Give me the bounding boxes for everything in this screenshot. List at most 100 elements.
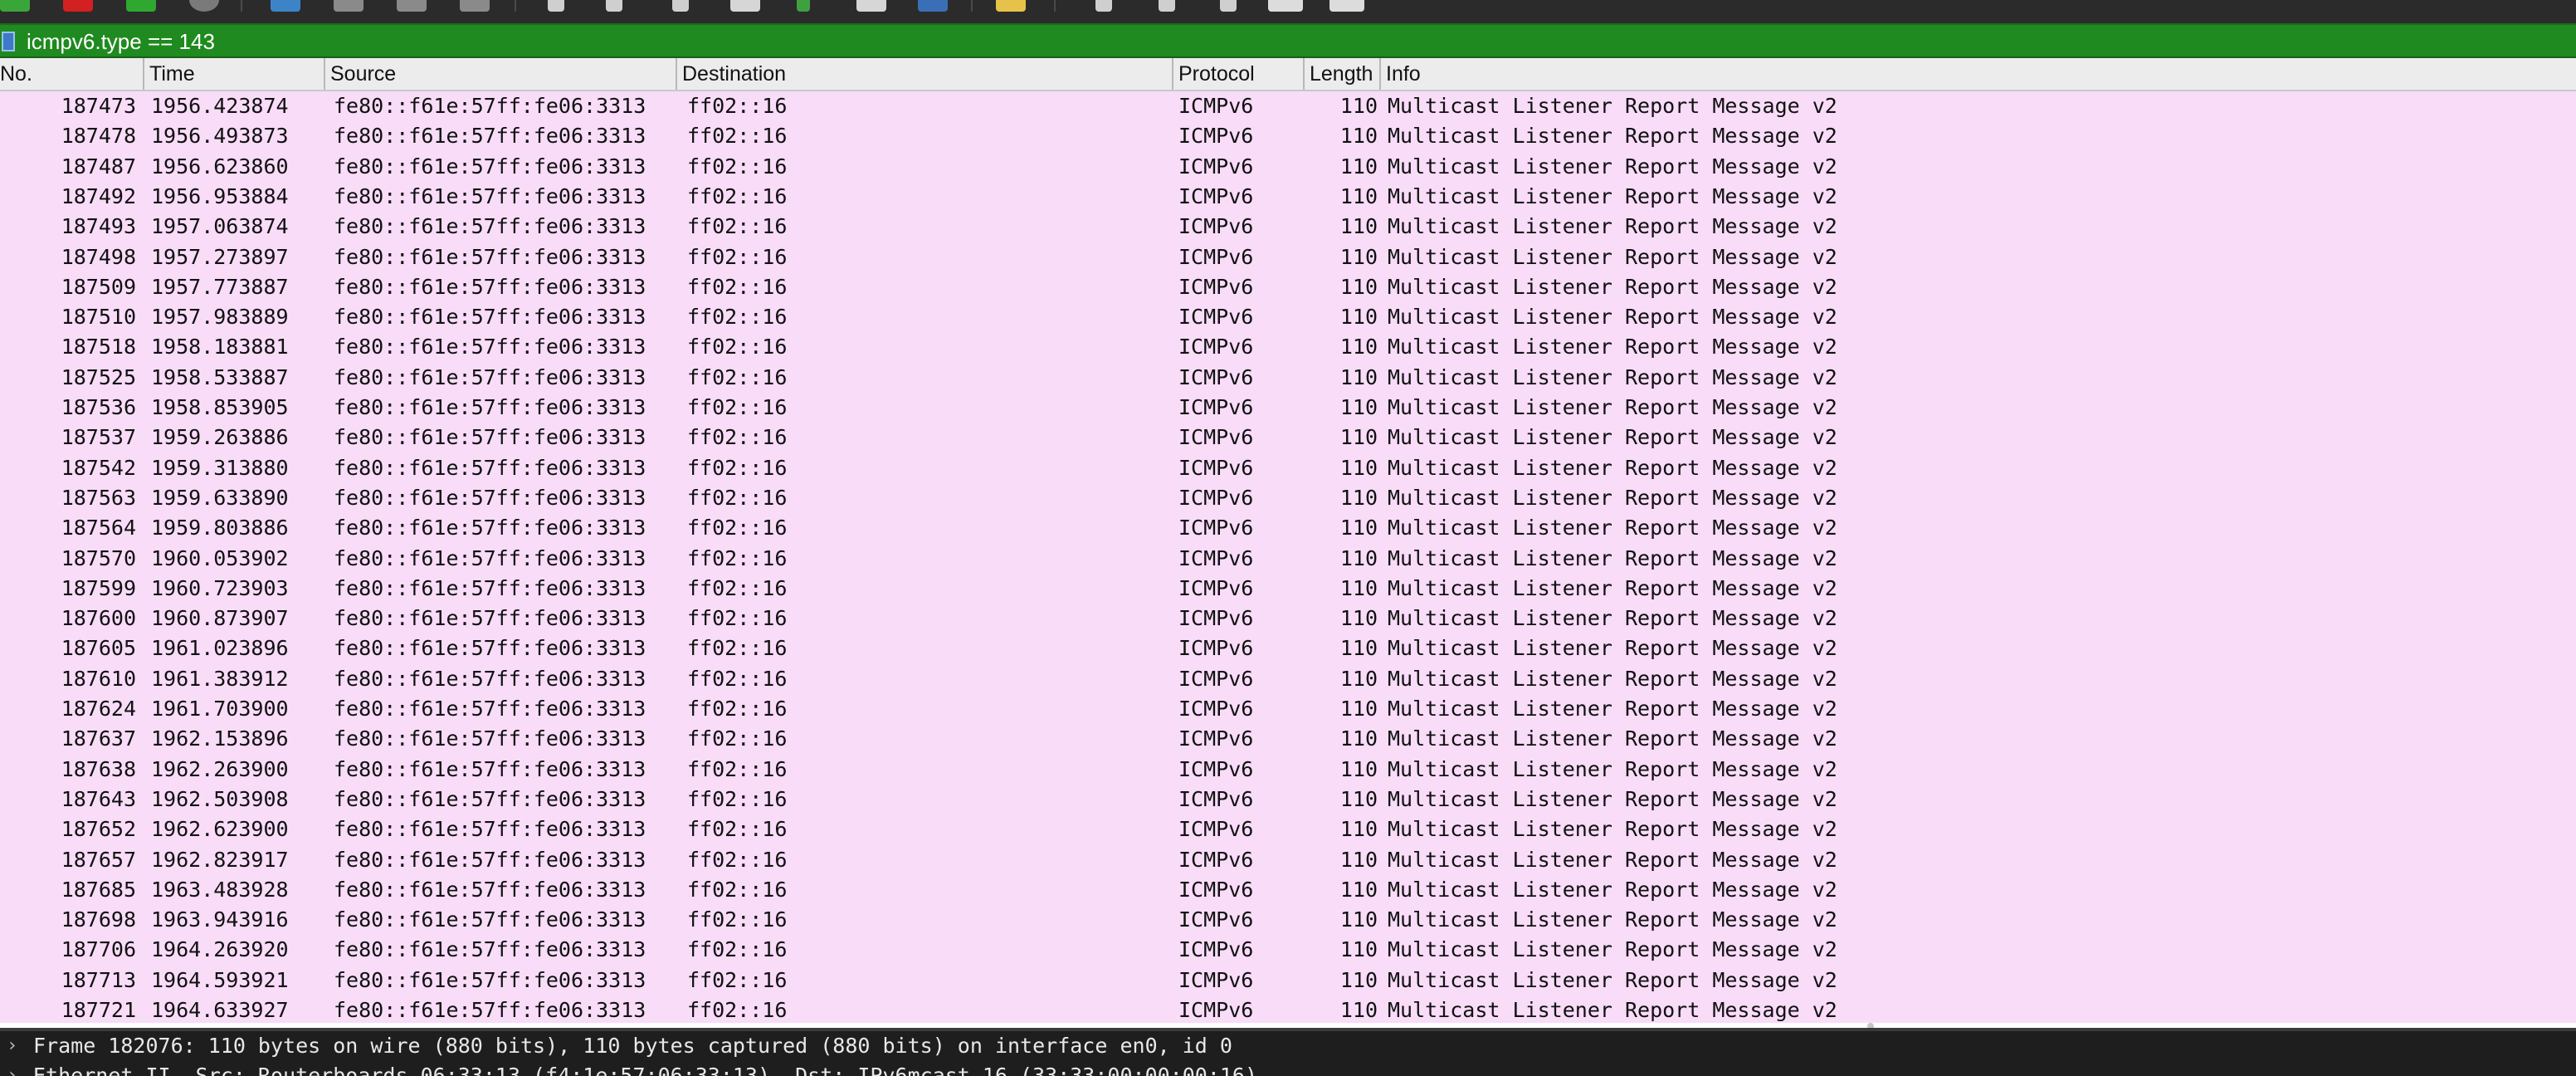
chevron-right-icon[interactable]: › (7, 1031, 23, 1061)
chevron-right-icon[interactable]: › (7, 1061, 23, 1076)
packet-info: Multicast Listener Report Message v2 (1388, 455, 1837, 480)
table-row[interactable]: 187473 1956.423874 fe80::f61e:57ff:fe06:33… (0, 91, 2576, 121)
auto-scroll-icon[interactable] (918, 0, 948, 12)
packet-source: fe80::f61e:57ff:fe06:3313 (334, 817, 646, 842)
packet-info: Multicast Listener Report Message v2 (1388, 786, 1837, 811)
packet-number: 187637 (61, 726, 136, 751)
column-header-time[interactable]: Time (143, 58, 324, 90)
display-filter-input[interactable]: icmpv6.type == 143 (27, 27, 215, 56)
table-row[interactable]: 187525 1958.533887 fe80::f61e:57ff:fe06:33… (0, 363, 2576, 393)
packet-time: 1956.423874 (151, 94, 289, 118)
go-to-last-icon[interactable] (856, 0, 886, 12)
bookmark-icon[interactable] (2, 32, 15, 51)
table-row[interactable]: 187498 1957.273897 fe80::f61e:57ff:fe06:33… (0, 242, 2576, 272)
table-row[interactable]: 187600 1960.873907 fe80::f61e:57ff:fe06:33… (0, 604, 2576, 633)
column-header-info[interactable]: Info (1379, 58, 2576, 90)
packet-time: 1963.943916 (151, 907, 289, 932)
packet-time: 1956.623860 (151, 154, 289, 179)
packet-info: Multicast Listener Report Message v2 (1388, 756, 1837, 781)
packet-time: 1957.983889 (151, 305, 289, 330)
save-file-icon[interactable] (334, 0, 363, 12)
table-row[interactable]: 187713 1964.593921 fe80::f61e:57ff:fe06:33… (0, 966, 2576, 995)
table-row[interactable]: 187638 1962.263900 fe80::f61e:57ff:fe06:33… (0, 755, 2576, 785)
table-row[interactable]: 187493 1957.063874 fe80::f61e:57ff:fe06:33… (0, 212, 2576, 242)
column-header-destination[interactable]: Destination (676, 58, 1172, 90)
packet-source: fe80::f61e:57ff:fe06:3313 (334, 154, 646, 179)
packet-protocol: ICMPv6 (1178, 697, 1254, 721)
table-row[interactable]: 187698 1963.943916 fe80::f61e:57ff:fe06:33… (0, 905, 2576, 935)
table-row[interactable]: 187706 1964.263920 fe80::f61e:57ff:fe06:33… (0, 935, 2576, 965)
packet-time: 1957.773887 (151, 274, 289, 299)
packet-destination: ff02::16 (687, 967, 788, 992)
table-row[interactable]: 187624 1961.703900 fe80::f61e:57ff:fe06:33… (0, 694, 2576, 724)
colorize-icon[interactable] (996, 0, 1026, 12)
start-capture-icon[interactable] (0, 0, 30, 12)
open-file-icon[interactable] (271, 0, 300, 12)
column-header-source[interactable]: Source (324, 58, 676, 90)
packet-protocol: ICMPv6 (1178, 575, 1254, 600)
column-header-no[interactable]: No. (0, 58, 143, 90)
column-header-length[interactable]: Length (1303, 58, 1379, 90)
packet-source: fe80::f61e:57ff:fe06:3313 (334, 485, 646, 510)
packet-source: fe80::f61e:57ff:fe06:3313 (334, 666, 646, 691)
table-row[interactable]: 187492 1956.953884 fe80::f61e:57ff:fe06:33… (0, 182, 2576, 212)
packet-number: 187638 (61, 756, 136, 781)
go-back-icon[interactable] (606, 0, 622, 12)
packet-source: fe80::f61e:57ff:fe06:3313 (334, 274, 646, 299)
stop-capture-icon[interactable] (63, 0, 93, 12)
table-row[interactable]: 187685 1963.483928 fe80::f61e:57ff:fe06:33… (0, 875, 2576, 905)
packet-info: Multicast Listener Report Message v2 (1388, 636, 1837, 661)
table-row[interactable]: 187510 1957.983889 fe80::f61e:57ff:fe06:33… (0, 302, 2576, 332)
table-row[interactable]: 187542 1959.313880 fe80::f61e:57ff:fe06:33… (0, 453, 2576, 483)
packet-protocol: ICMPv6 (1178, 335, 1254, 359)
table-row[interactable]: 187657 1962.823917 fe80::f61e:57ff:fe06:33… (0, 845, 2576, 875)
table-row[interactable]: 187570 1960.053902 fe80::f61e:57ff:fe06:33… (0, 544, 2576, 574)
table-row[interactable]: 187637 1962.153896 fe80::f61e:57ff:fe06:33… (0, 724, 2576, 754)
find-packet-icon[interactable] (548, 0, 564, 12)
column-header-protocol[interactable]: Protocol (1172, 58, 1303, 90)
packet-length: 110 (1339, 786, 1378, 811)
normal-size-icon[interactable] (1220, 0, 1237, 12)
packet-destination: ff02::16 (687, 94, 788, 118)
packet-list[interactable]: 187473 1956.423874fe80::f61e:57ff:fe06:33… (0, 91, 2576, 1023)
packet-number: 187713 (61, 967, 136, 992)
table-row[interactable]: 187478 1956.493873 fe80::f61e:57ff:fe06:33… (0, 121, 2576, 151)
close-file-icon[interactable] (397, 0, 427, 12)
packet-protocol: ICMPv6 (1178, 786, 1254, 811)
resize-columns-icon[interactable] (1268, 0, 1303, 12)
detail-row-frame[interactable]: › Frame 182076: 110 bytes on wire (880 b… (0, 1031, 1232, 1061)
go-to-packet-icon[interactable] (730, 0, 760, 12)
restart-capture-icon[interactable] (126, 0, 156, 12)
table-row[interactable]: 187518 1958.183881 fe80::f61e:57ff:fe06:33… (0, 332, 2576, 362)
table-row[interactable]: 187599 1960.723903 fe80::f61e:57ff:fe06:33… (0, 574, 2576, 604)
packet-source: fe80::f61e:57ff:fe06:3313 (334, 726, 646, 751)
packet-info: Multicast Listener Report Message v2 (1388, 335, 1837, 359)
table-row[interactable]: 187537 1959.263886 fe80::f61e:57ff:fe06:33… (0, 423, 2576, 452)
table-row[interactable]: 187652 1962.623900 fe80::f61e:57ff:fe06:33… (0, 814, 2576, 844)
packet-length: 110 (1339, 485, 1378, 510)
detail-row-ethernet[interactable]: › Ethernet II, Src: Routerboards 06:33:1… (0, 1061, 1257, 1076)
go-to-first-icon[interactable] (797, 0, 810, 12)
zoom-out-icon[interactable] (1159, 0, 1175, 12)
table-row[interactable]: 187487 1956.623860 fe80::f61e:57ff:fe06:33… (0, 152, 2576, 182)
packet-number: 187473 (61, 94, 136, 118)
table-row[interactable]: 187721 1964.633927 fe80::f61e:57ff:fe06:33… (0, 995, 2576, 1023)
packet-destination: ff02::16 (687, 425, 788, 450)
table-row[interactable]: 187643 1962.503908 fe80::f61e:57ff:fe06:33… (0, 785, 2576, 814)
packet-source: fe80::f61e:57ff:fe06:3313 (334, 998, 646, 1022)
table-row[interactable]: 187564 1959.803886 fe80::f61e:57ff:fe06:33… (0, 513, 2576, 543)
table-row[interactable]: 187563 1959.633890 fe80::f61e:57ff:fe06:33… (0, 483, 2576, 513)
capture-options-icon[interactable] (189, 0, 219, 12)
table-row[interactable]: 187605 1961.023896 fe80::f61e:57ff:fe06:33… (0, 633, 2576, 663)
packet-time: 1959.313880 (151, 455, 289, 480)
packet-info: Multicast Listener Report Message v2 (1388, 726, 1837, 751)
packet-length: 110 (1339, 305, 1378, 330)
toolbar-separator (515, 0, 516, 12)
go-forward-icon[interactable] (672, 0, 689, 12)
layout-icon[interactable] (1329, 0, 1364, 12)
table-row[interactable]: 187509 1957.773887 fe80::f61e:57ff:fe06:33… (0, 272, 2576, 302)
reload-file-icon[interactable] (460, 0, 490, 12)
table-row[interactable]: 187610 1961.383912 fe80::f61e:57ff:fe06:33… (0, 664, 2576, 694)
table-row[interactable]: 187536 1958.853905 fe80::f61e:57ff:fe06:33… (0, 393, 2576, 423)
zoom-in-icon[interactable] (1095, 0, 1112, 12)
